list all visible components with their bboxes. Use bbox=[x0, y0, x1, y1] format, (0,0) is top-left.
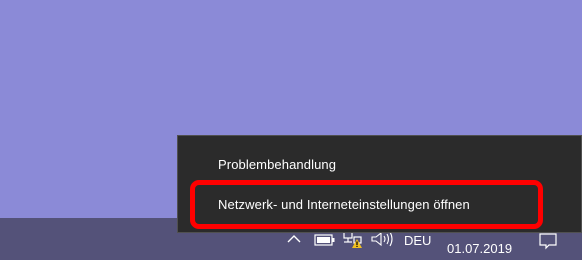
menu-item-network-settings[interactable]: Netzwerk- und Interneteinstellungen öffn… bbox=[218, 197, 470, 212]
action-center-icon[interactable] bbox=[538, 232, 558, 250]
clock-date[interactable]: 01.07.2019 bbox=[447, 241, 512, 256]
language-indicator[interactable]: DEU bbox=[404, 233, 431, 248]
battery-icon[interactable] bbox=[314, 233, 336, 247]
network-context-menu: Problembehandlung Netzwerk- und Internet… bbox=[177, 135, 582, 233]
volume-icon[interactable] bbox=[370, 231, 396, 247]
chevron-up-icon[interactable] bbox=[285, 231, 303, 247]
menu-item-troubleshoot[interactable]: Problembehandlung bbox=[218, 157, 336, 172]
